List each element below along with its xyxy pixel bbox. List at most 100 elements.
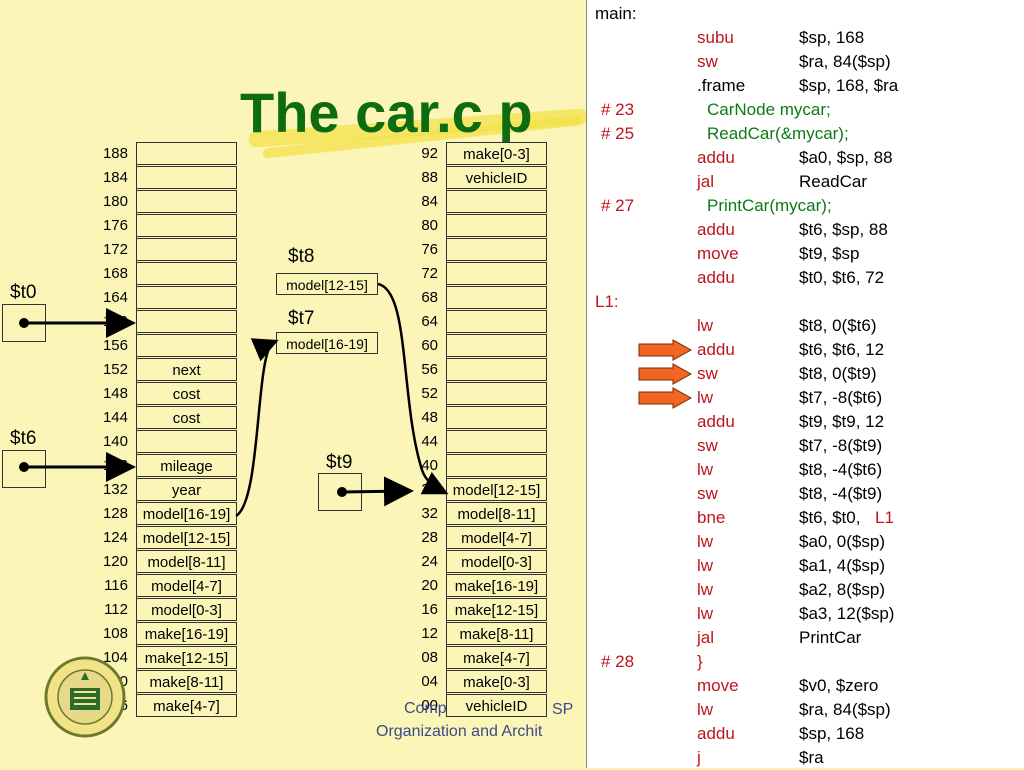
code-opcode: move [697, 244, 739, 263]
code-opcode: } [697, 652, 703, 671]
code-opcode: lw [697, 460, 714, 479]
code-opcode: addu [697, 220, 735, 239]
memory-address: 124 [102, 529, 128, 546]
code-opcode: lw [697, 532, 714, 551]
memory-address: 132 [102, 481, 128, 498]
memory-address: 16 [421, 601, 438, 618]
register-box-t7: model[16-19] [276, 332, 378, 354]
t7-load-curve [235, 338, 279, 518]
code-operands: $t8, 0($t9) [799, 364, 877, 383]
code-operands: $a3, 12($sp) [799, 604, 895, 623]
code-operands: $sp, 168 [799, 28, 865, 47]
memory-cell [447, 238, 547, 261]
code-branch-target: L1 [875, 508, 894, 527]
memory-cell: next [137, 358, 237, 381]
memory-cell: model[8-11] [447, 502, 547, 525]
memory-cell [447, 358, 547, 381]
memory-address: 176 [102, 217, 128, 234]
address-column-right: 92 88 84 80 76 72 68 64 60 56 52 48 44 40 36 32 28 24 20 16… [400, 142, 438, 718]
code-label: # 25 [601, 124, 635, 143]
memory-address: 28 [421, 529, 438, 546]
code-operands: $t6, $t0, [799, 508, 861, 527]
memory-cell [137, 214, 237, 237]
code-operands: $t0, $t6, 72 [799, 268, 885, 287]
memory-cell: year [137, 478, 237, 501]
memory-cell [447, 286, 547, 309]
memory-cell [447, 334, 547, 357]
code-operands: $ra [799, 748, 824, 767]
address-column-left: 188 184 180 176 172 168 164 160 156 152 148 144 140 1… [86, 142, 128, 718]
code-opcode: lw [697, 700, 714, 719]
memory-cell [137, 310, 237, 333]
code-label: # 23 [601, 100, 635, 119]
sp-label: SP [552, 701, 574, 718]
memory-address: 04 [421, 673, 438, 690]
memory-cell: model[4-7] [447, 526, 547, 549]
code-opcode: .frame [697, 76, 746, 95]
memory-address: 72 [421, 265, 438, 282]
footer-text: Organization and Archit [376, 723, 543, 740]
code-opcode: addu [697, 724, 735, 743]
memory-cell [137, 430, 237, 453]
code-operands: PrintCar [799, 628, 862, 647]
memory-cell [137, 166, 237, 189]
memory-address: 88 [421, 169, 438, 186]
register-label-t7: $t7 [288, 308, 315, 329]
code-opcode: lw [697, 388, 714, 407]
code-operands: $sp, 168 [799, 724, 865, 743]
orange-pointer-arrow [638, 387, 693, 409]
memory-address: 180 [102, 193, 128, 210]
code-comment: CarNode mycar; [707, 100, 831, 119]
code-opcode: addu [697, 412, 735, 431]
memory-cell: cost [137, 382, 237, 405]
orange-pointer-arrow [638, 339, 693, 361]
memory-cell [447, 190, 547, 213]
memory-cell: make[4-7] [137, 694, 237, 717]
memory-address: 64 [421, 313, 438, 330]
memory-address: 12 [421, 625, 438, 642]
memory-address: 56 [421, 361, 438, 378]
memory-column-right: make[0-3] vehicleID model[12-15] model[8-11… [446, 142, 547, 717]
memory-address: 76 [421, 241, 438, 258]
memory-cell [137, 190, 237, 213]
code-operands: $t8, -4($t9) [799, 484, 883, 503]
memory-address: 44 [421, 433, 438, 450]
assembly-code-panel: main: subu $sp, 168 sw $ra, 84($sp) .frame $sp… [586, 0, 1024, 768]
code-opcode: sw [697, 52, 718, 71]
code-label: # 27 [601, 196, 635, 215]
memory-address: 120 [102, 553, 128, 570]
code-operands: $t7, -8($t9) [799, 436, 883, 455]
memory-address: 08 [421, 649, 438, 666]
register-label-t6: $t6 [10, 428, 37, 449]
memory-cell [137, 238, 237, 261]
code-opcode: move [697, 676, 739, 695]
code-operands: $t6, $sp, 88 [799, 220, 888, 239]
memory-cell [447, 214, 547, 237]
code-opcode: subu [697, 28, 734, 47]
memory-cell [137, 262, 237, 285]
register-box-t9 [318, 473, 362, 511]
code-opcode: lw [697, 580, 714, 599]
memory-address: 188 [102, 145, 128, 162]
code-comment: ReadCar(&mycar); [707, 124, 849, 143]
register-label-t0: $t0 [10, 282, 37, 303]
memory-address: 32 [421, 505, 438, 522]
memory-address: 152 [102, 361, 128, 378]
code-label: # 28 [601, 652, 635, 671]
code-opcode: sw [697, 364, 718, 383]
memory-cell [447, 430, 547, 453]
code-operands: ReadCar [799, 172, 868, 191]
code-opcode: lw [697, 316, 714, 335]
memory-address: 52 [421, 385, 438, 402]
code-opcode: lw [697, 604, 714, 623]
code-opcode: bne [697, 508, 726, 527]
memory-cell [447, 406, 547, 429]
memory-cell: make[16-19] [447, 574, 547, 597]
memory-address: 60 [421, 337, 438, 354]
register-label-t9: $t9 [326, 452, 353, 473]
memory-address: 68 [421, 289, 438, 306]
code-operands: $a0, 0($sp) [799, 532, 885, 551]
code-opcode: addu [697, 340, 735, 359]
memory-address: 92 [421, 145, 438, 162]
memory-address: 24 [421, 553, 438, 570]
